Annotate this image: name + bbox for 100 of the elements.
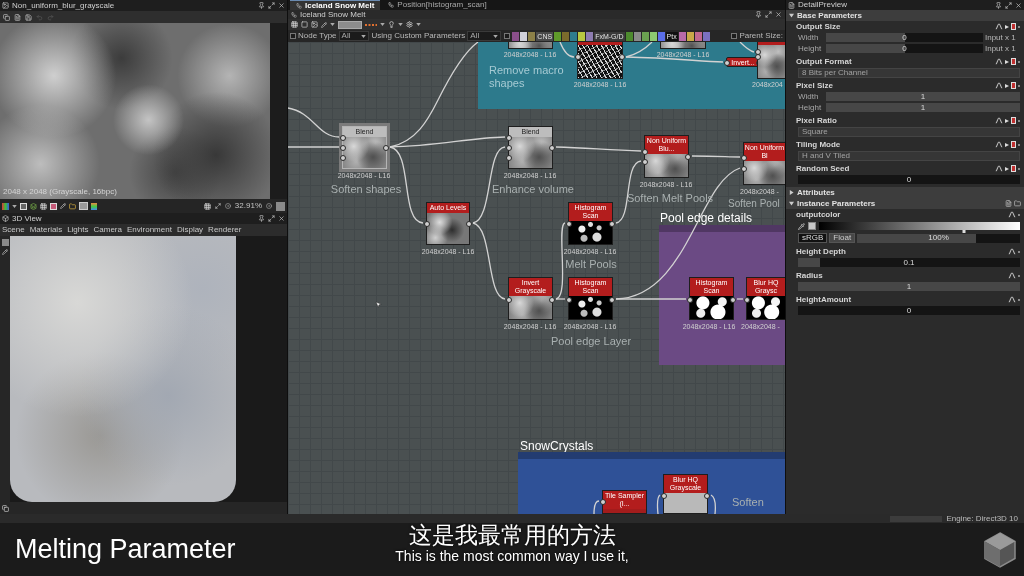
arrow-icon[interactable] xyxy=(1005,142,1009,147)
port-icon[interactable] xyxy=(685,154,691,160)
zoom-out-icon[interactable] xyxy=(224,203,231,209)
arrow-icon[interactable] xyxy=(1005,24,1009,29)
caret-icon[interactable] xyxy=(360,34,366,38)
port-icon[interactable] xyxy=(619,54,625,60)
folder-icon[interactable] xyxy=(69,202,76,210)
collapsed-arrow-icon[interactable] xyxy=(789,190,794,195)
port-icon[interactable] xyxy=(744,297,750,303)
expose-icon[interactable] xyxy=(1011,82,1016,89)
expose-icon[interactable] xyxy=(1011,23,1016,30)
close-icon[interactable] xyxy=(775,11,782,18)
function-graph-icon[interactable] xyxy=(1008,248,1016,255)
function-graph-icon[interactable] xyxy=(1008,272,1016,279)
mode-toggle[interactable]: sRGB xyxy=(798,233,828,243)
tag-swatch-icon[interactable] xyxy=(641,31,649,41)
caret-icon[interactable] xyxy=(12,204,17,208)
expose-icon[interactable] xyxy=(1011,141,1016,148)
pencil-icon[interactable] xyxy=(60,203,66,209)
maximize-icon[interactable] xyxy=(1005,1,1012,9)
caret-icon[interactable] xyxy=(398,23,403,26)
graph-node[interactable] xyxy=(577,42,623,79)
grid-icon[interactable] xyxy=(40,202,47,210)
expanded-arrow-icon[interactable] xyxy=(789,13,794,18)
color-swatch-icon[interactable] xyxy=(808,222,816,230)
slider-track[interactable]: 100% xyxy=(857,233,1020,243)
caret-icon[interactable] xyxy=(416,23,421,26)
tag-swatch-icon[interactable] xyxy=(554,31,562,41)
tag-swatch-icon[interactable] xyxy=(694,31,702,41)
menu-item[interactable]: Camera xyxy=(93,226,122,234)
graph-node[interactable] xyxy=(660,42,706,49)
caret-icon[interactable] xyxy=(493,34,499,38)
tag-swatch-icon[interactable] xyxy=(512,31,520,41)
grid-icon[interactable] xyxy=(203,202,211,210)
slider-track[interactable]: 0 xyxy=(826,33,983,42)
function-graph-icon[interactable] xyxy=(1008,211,1016,218)
checkbox[interactable] xyxy=(290,33,296,39)
port-icon[interactable] xyxy=(466,221,472,227)
rgb-channels-icon[interactable] xyxy=(2,202,9,210)
expanded-arrow-icon[interactable] xyxy=(789,201,794,206)
port-icon[interactable] xyxy=(566,221,572,227)
filter-dropdown[interactable]: All xyxy=(467,31,502,41)
section-header[interactable]: Instance Parameters xyxy=(786,198,1024,209)
graph-node[interactable] xyxy=(757,42,785,79)
checkbox[interactable] xyxy=(731,33,738,39)
arrow-icon[interactable] xyxy=(1005,83,1009,88)
port-icon[interactable] xyxy=(609,221,615,227)
image-icon[interactable] xyxy=(311,21,318,28)
tag-swatch-icon[interactable] xyxy=(570,31,578,41)
menu-item[interactable]: Renderer xyxy=(208,226,242,234)
close-icon[interactable] xyxy=(1015,1,1022,9)
arrow-icon[interactable] xyxy=(1005,118,1009,123)
tag-swatch-icon[interactable] xyxy=(657,31,665,41)
arrow-icon[interactable] xyxy=(1005,59,1009,64)
slider-track[interactable]: 1 xyxy=(826,103,1020,112)
function-graph-icon[interactable] xyxy=(995,117,1003,124)
function-graph-icon[interactable] xyxy=(995,165,1003,172)
menu-item[interactable]: Environment xyxy=(126,226,172,234)
arrow-icon[interactable] xyxy=(1005,166,1009,171)
menu-item[interactable]: Lights xyxy=(67,226,89,234)
port-icon[interactable] xyxy=(661,493,667,499)
slider-track[interactable]: 0.1 xyxy=(798,258,1020,267)
eyedropper-icon[interactable] xyxy=(798,222,805,230)
maximize-icon[interactable] xyxy=(268,215,275,222)
graph-node[interactable] xyxy=(508,42,553,49)
function-graph-icon[interactable] xyxy=(995,82,1003,89)
tag-swatch-icon[interactable] xyxy=(686,31,694,41)
slider-track[interactable]: 0 xyxy=(826,44,983,53)
maximize-icon[interactable] xyxy=(268,2,275,9)
layers-icon[interactable] xyxy=(30,202,37,210)
tag-swatch-icon[interactable] xyxy=(578,31,586,41)
function-graph-icon[interactable] xyxy=(995,23,1003,30)
port-icon[interactable] xyxy=(704,493,710,499)
section-header[interactable]: Base Parameters xyxy=(786,10,1024,21)
port-icon[interactable] xyxy=(383,145,389,151)
fit-view-icon[interactable] xyxy=(214,203,221,209)
function-graph-icon[interactable] xyxy=(995,58,1003,65)
expose-icon[interactable] xyxy=(1011,58,1016,65)
port-icon[interactable] xyxy=(549,145,555,151)
number-field[interactable]: 0 xyxy=(798,175,1020,184)
tag-swatch-icon[interactable] xyxy=(562,31,570,41)
menu-item[interactable]: Scene xyxy=(2,226,25,234)
filter-dropdown[interactable]: All xyxy=(338,31,369,41)
caret-icon[interactable] xyxy=(380,23,385,26)
function-graph-icon[interactable] xyxy=(1008,296,1016,303)
document-icon[interactable] xyxy=(1005,200,1012,207)
color-swatch-icon[interactable] xyxy=(276,201,285,211)
pin-icon[interactable] xyxy=(995,1,1002,9)
port-icon[interactable] xyxy=(575,54,581,60)
pin-icon[interactable] xyxy=(755,11,762,18)
checkbox[interactable] xyxy=(504,33,511,39)
section-header[interactable]: Attributes xyxy=(786,187,1024,198)
expose-icon[interactable] xyxy=(1011,165,1016,172)
pin-icon[interactable] xyxy=(258,215,265,222)
tag-swatch-icon[interactable] xyxy=(625,31,633,41)
port-icon[interactable] xyxy=(600,499,606,505)
port-icon[interactable] xyxy=(566,297,572,303)
grid-icon[interactable] xyxy=(291,21,298,28)
settings-icon[interactable] xyxy=(406,21,413,28)
graph-tab[interactable]: Position[histogram_scan] xyxy=(382,0,493,10)
